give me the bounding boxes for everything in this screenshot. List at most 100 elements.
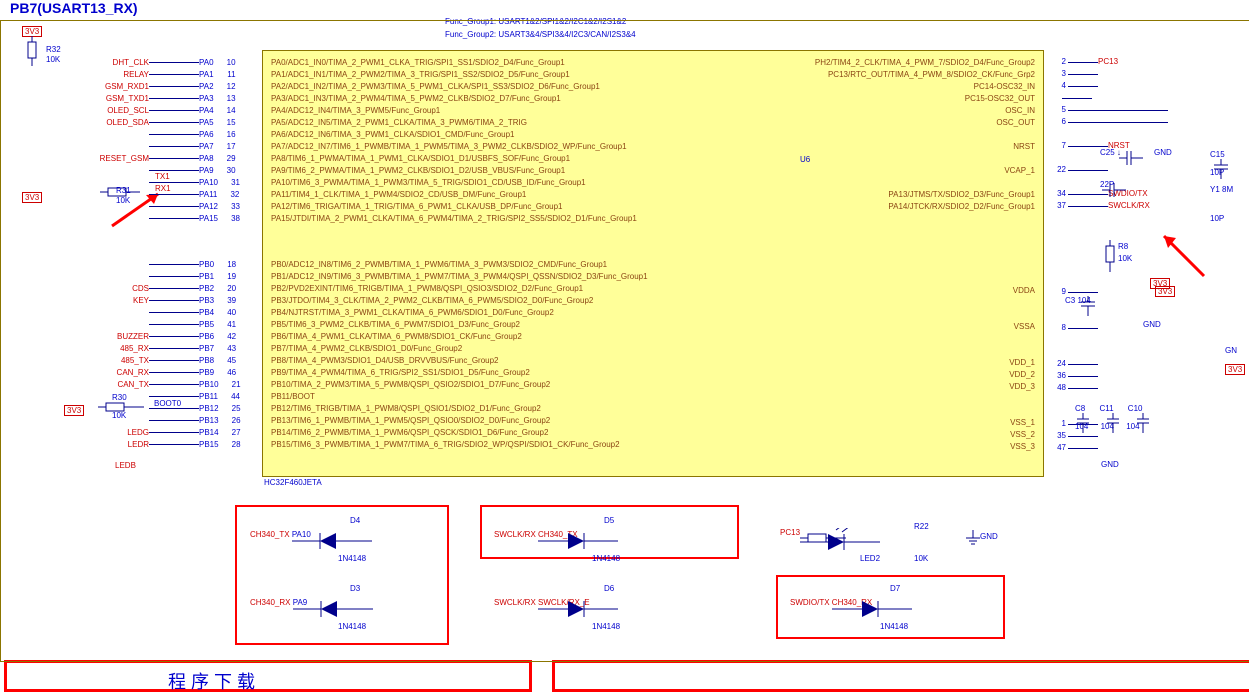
net-ledr: LEDR — [65, 440, 149, 449]
pin-pb5: PB5 — [199, 320, 214, 329]
func-pb13: PB13/TIM6_1_PWMB/TIMA_1_PWM5/QSPI_QSIO0/… — [271, 415, 648, 427]
net-oled-scl: OLED_SCL — [65, 106, 149, 115]
func-oscout: OSC_OUT — [815, 117, 1035, 129]
pin-pa0: PA0 — [199, 58, 214, 67]
net-oled-sda: OLED_SDA — [65, 118, 149, 127]
num-pa2: 12 — [218, 82, 236, 91]
u6-ref: U6 — [800, 155, 810, 164]
num-pa4: 14 — [218, 106, 236, 115]
func-pa9: PA9/TIM6_2_PWMA/TIMA_1_PWM2_CLKB/SDIO1_D… — [271, 165, 637, 177]
func-pa12: PA12/TIM6_TRIGA/TIMA_1_TRIG/TIMA_6_PWM1_… — [271, 201, 637, 213]
func-vdd2: VDD_2 — [1009, 369, 1035, 381]
num-pb11: 44 — [222, 392, 240, 401]
pin-pb11: PB11 — [199, 392, 218, 401]
func-vdda: VDDA — [1009, 285, 1035, 297]
rnum-35: 35 — [1050, 430, 1066, 442]
gnd-vdd: GND — [1101, 460, 1119, 469]
num-pb7: 43 — [218, 344, 236, 353]
pin-pb6: PB6 — [199, 332, 214, 341]
net-dht-clk: DHT_CLK — [65, 58, 149, 67]
diode-d5-icon — [538, 530, 618, 552]
num-pa9: 30 — [218, 166, 236, 175]
rnum-37: 37 — [1050, 200, 1066, 212]
num-pb4: 40 — [218, 308, 236, 317]
func-nrst: NRST — [815, 141, 1035, 153]
net-ledg: LEDG — [65, 428, 149, 437]
pin-pb1: PB1 — [199, 272, 214, 281]
d7-left: SWDIO/TX — [790, 598, 830, 607]
rnum-2: 2 — [1050, 56, 1066, 68]
num-pb3: 39 — [218, 296, 236, 305]
func-pa5: PA5/ADC12_IN5/TIMA_2_PWM1_CLKA/TIMA_3_PW… — [271, 117, 637, 129]
func-oscin: OSC_IN — [815, 105, 1035, 117]
net-gsm-rxd1: GSM_RXD1 — [65, 82, 149, 91]
pin-pb0: PB0 — [199, 260, 214, 269]
func-vss2: VSS_2 — [1009, 429, 1035, 441]
r8-ref: R8 — [1118, 242, 1128, 251]
led-left: PC13 — [780, 528, 800, 537]
capacitor-c15-icon — [1210, 159, 1232, 179]
resistor-r22-icon — [800, 528, 846, 548]
pin-pa9: PA9 — [199, 166, 214, 175]
func-pb10: PB10/TIMA_2_PWM3/TIMA_5_PWM8/QSPI_QSIO2/… — [271, 379, 648, 391]
r32-ref: R32 — [46, 45, 61, 54]
net-can-rx: CAN_RX — [65, 368, 149, 377]
gnd-label-c25: GND — [1154, 148, 1172, 157]
num-pb6: 42 — [218, 332, 236, 341]
y1-val: 8M — [1222, 185, 1233, 194]
pin-pa10: PA10 — [199, 178, 218, 187]
func-group1-text: Func_Group1: USART1&2/SPI1&2/I2C1&2/I2S1… — [445, 17, 626, 26]
pin-pb15: PB15 — [199, 440, 219, 449]
diode-d6-block: SWCLK/RX SWCLK/RX_E D6 1N4148 — [494, 598, 590, 607]
d6-left: SWCLK/RX — [494, 598, 536, 607]
rnum-24: 24 — [1050, 358, 1066, 370]
d5-part: 1N4148 — [592, 554, 620, 563]
capacitor-c6-icon — [1100, 180, 1130, 200]
num-pa5: 15 — [218, 118, 236, 127]
func-pa3: PA3/ADC1_IN3/TIMA_2_PWM4/TIMA_5_PWM2_CLK… — [271, 93, 637, 105]
d3-ref: D3 — [350, 584, 360, 593]
r32-val: 10K — [46, 55, 60, 64]
func-pb5: PB5/TIM6_3_PWM2_CLKB/TIMA_6_PWM7/SDIO1_D… — [271, 319, 648, 331]
func-pa7: PA7/ADC12_IN7/TIM6_1_PWMB/TIMA_1_PWM5/TI… — [271, 141, 637, 153]
num-pb14: 27 — [223, 428, 241, 437]
r22-val: 10K — [914, 554, 928, 563]
c3-ref: C3 — [1065, 296, 1075, 305]
part-number: HC32F460JETA — [264, 478, 322, 487]
net-cds: CDS — [65, 284, 149, 293]
pin-pb13: PB13 — [199, 416, 219, 425]
net-pc13: PC13 — [1098, 56, 1118, 68]
func-pb7: PB7/TIMA_4_PWM2_CLKB/SDIO1_D0/Func_Group… — [271, 343, 648, 355]
gnd-led: GND — [980, 532, 998, 541]
diode-d5-block: SWCLK/RX CH340_TX D5 1N4148 — [494, 530, 578, 539]
func-pa14: PA14/JTCK/RX/SDIO2_D2/Func_Group1 — [815, 201, 1035, 213]
rnum-1: 1 — [1050, 418, 1066, 430]
func-pb12: PB12/TIM6_TRIGB/TIMA_1_PWM8/QSPI_QSIO1/S… — [271, 403, 648, 415]
num-pa11: 32 — [221, 190, 239, 199]
rnum-48: 48 — [1050, 382, 1066, 394]
num-pa1: 11 — [218, 70, 236, 79]
net-ledb: LEDB — [115, 461, 136, 470]
d4-part: 1N4148 — [338, 554, 366, 563]
rnum-34: 34 — [1050, 188, 1066, 200]
net-reset-gsm: RESET_GSM — [65, 154, 149, 163]
pin-pb7: PB7 — [199, 344, 214, 353]
rnum-8: 8 — [1050, 322, 1066, 334]
func-pb9: PB9/TIMA_4_PWM4/TIMA_6_TRIG/SPI2_SS1/SDI… — [271, 367, 648, 379]
func-pc14: PC14-OSC32_IN — [815, 81, 1035, 93]
num-pa8: 29 — [218, 154, 236, 163]
pin-pa8: PA8 — [199, 154, 214, 163]
num-pb9: 46 — [218, 368, 236, 377]
func-pb3: PB3/JTDO/TIM4_3_CLK/TIMA_2_PWM2_CLKB/TIM… — [271, 295, 648, 307]
redbox-footer-left — [4, 660, 532, 692]
num-pb13: 26 — [223, 416, 241, 425]
num-pb2: 20 — [218, 284, 236, 293]
rnum-3: 3 — [1050, 68, 1066, 80]
num-pb12: 25 — [223, 404, 241, 413]
func-pa6: PA6/ADC12_IN6/TIMA_3_PWM1_CLKA/SDIO1_CMD… — [271, 129, 637, 141]
footer-text: 程 序 下 载 — [168, 668, 255, 694]
diode-d6-icon — [538, 598, 618, 620]
d3-part: 1N4148 — [338, 622, 366, 631]
pin-pa15: PA15 — [199, 214, 218, 223]
rnum-5: 5 — [1050, 104, 1066, 116]
